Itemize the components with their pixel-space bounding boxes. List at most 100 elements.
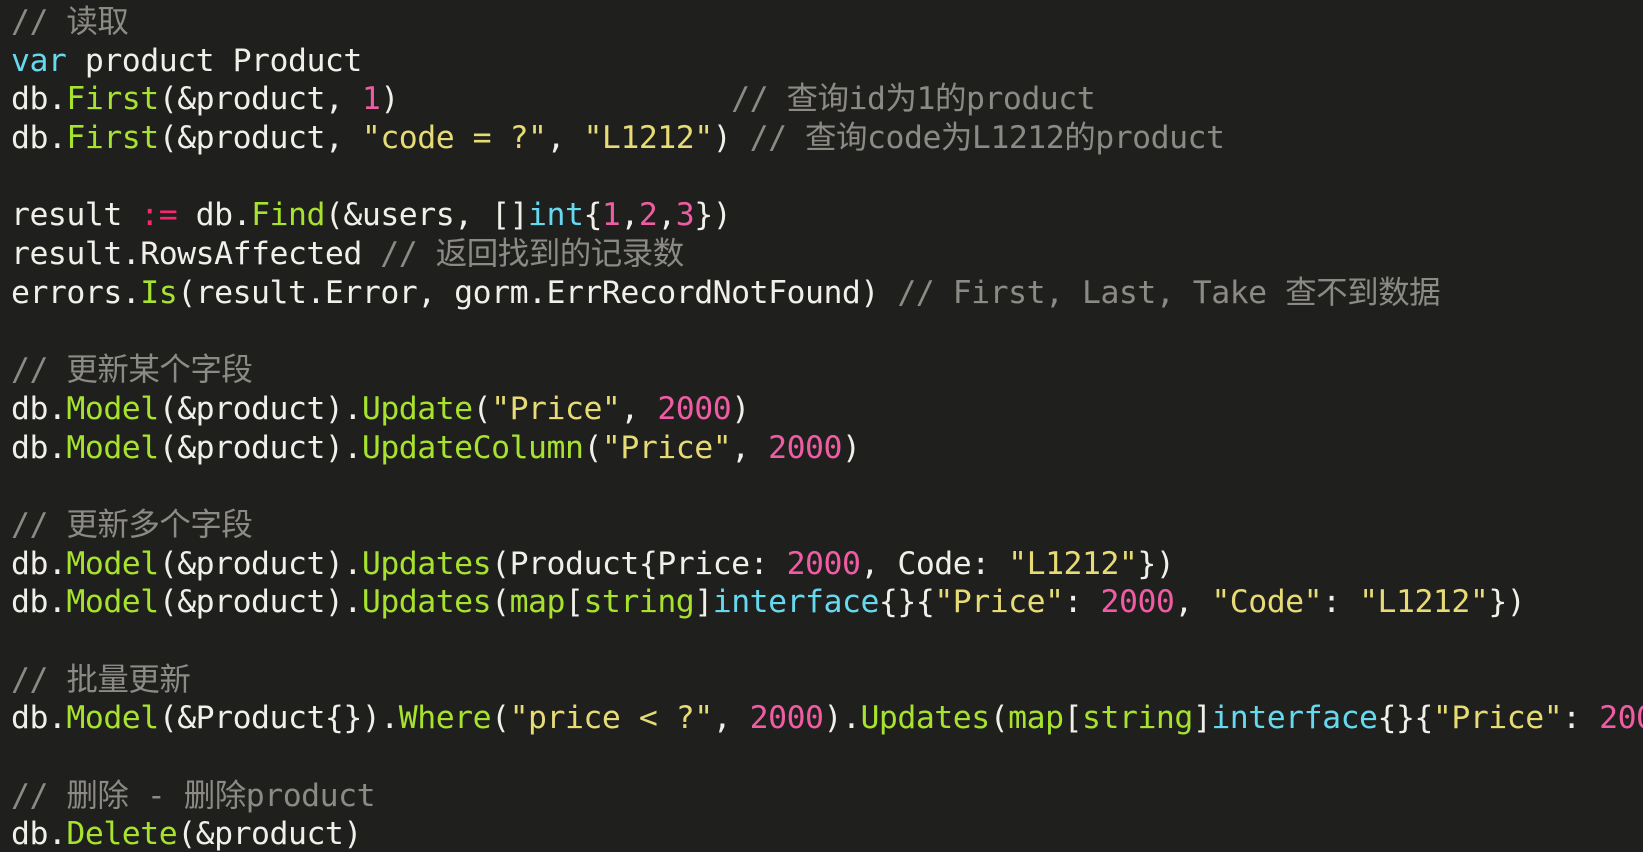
code-token-plain: , bbox=[657, 197, 676, 234]
code-token-string: "L1212" bbox=[1359, 584, 1489, 621]
code-token-func: First bbox=[66, 120, 159, 157]
code-token-func: Find bbox=[251, 197, 325, 234]
code-token-type: interface bbox=[712, 584, 880, 621]
code-token-func: Updates bbox=[860, 700, 990, 737]
code-token-plain: {}{ bbox=[878, 584, 935, 621]
code-token-string: "L1212" bbox=[1008, 545, 1138, 582]
code-token-comment: // 更新多个字段 bbox=[11, 506, 253, 543]
code-token-plain: ) bbox=[712, 120, 750, 157]
code-token-plain: (&product, bbox=[158, 120, 362, 157]
code-token-plain: (&users, bbox=[324, 197, 492, 234]
code-token-comment: // 查询id为1的product bbox=[731, 81, 1096, 118]
code-token-func: string bbox=[583, 584, 695, 621]
code-token-plain: ) bbox=[380, 81, 732, 118]
code-token-func: Updates bbox=[361, 545, 492, 582]
code-token-number: 1 bbox=[601, 197, 621, 234]
code-token-string: "Price" bbox=[601, 429, 732, 466]
code-editor[interactable]: // 读取 var product Product db.First(&produc… bbox=[0, 0, 1643, 852]
code-token-func: map bbox=[1008, 700, 1064, 737]
code-token-plain: ). bbox=[823, 700, 861, 737]
code-token-op: := bbox=[140, 197, 178, 234]
code-token-func: Model bbox=[66, 390, 159, 427]
code-token-plain: (&product, bbox=[158, 81, 362, 118]
code-lines: // 读取 var product Product db.First(&produc… bbox=[11, 3, 1643, 852]
code-token-comment: // 更新某个字段 bbox=[11, 352, 253, 389]
code-token-plain: , bbox=[731, 429, 769, 466]
code-token-plain: (&Product{}). bbox=[158, 700, 400, 737]
code-token-plain: [ bbox=[565, 584, 584, 621]
code-line: // 删除 - 删除product bbox=[11, 777, 1643, 816]
code-token-plain: , bbox=[620, 197, 639, 234]
code-token-plain: ( bbox=[491, 700, 510, 737]
code-token-func: Update bbox=[361, 390, 473, 427]
code-token-plain: , bbox=[1174, 584, 1212, 621]
code-token-string: "Code" bbox=[1211, 584, 1323, 621]
code-token-plain: db. bbox=[11, 816, 67, 852]
code-token-plain: , bbox=[712, 700, 750, 737]
code-token-plain: ( bbox=[472, 390, 492, 427]
code-token-string: "price < ?" bbox=[509, 700, 714, 737]
code-token-string: "L1212" bbox=[583, 120, 713, 157]
code-line: result := db.Find(&users, []int{1,2,3}) bbox=[11, 196, 1643, 235]
code-token-plain: ] bbox=[694, 584, 713, 621]
code-token-plain: [] bbox=[491, 197, 529, 234]
code-token-plain: (&product). bbox=[158, 545, 363, 582]
code-token-plain: : bbox=[1063, 584, 1101, 621]
code-line: db.First(&product, 1) // 查询id为1的product bbox=[11, 80, 1643, 119]
code-token-number: 2000 bbox=[786, 545, 861, 582]
code-token-type: interface bbox=[1211, 700, 1378, 737]
code-token-plain: db. bbox=[11, 545, 67, 582]
code-token-func: Model bbox=[66, 584, 159, 621]
code-token-keyword: var bbox=[11, 42, 67, 79]
code-token-func: Delete bbox=[66, 816, 178, 852]
code-line: var product Product bbox=[11, 42, 1643, 81]
code-token-number: 3 bbox=[675, 197, 695, 234]
code-token-plain: ( bbox=[583, 429, 602, 466]
code-token-plain: , Code: bbox=[860, 545, 1009, 582]
code-token-plain: product Product bbox=[66, 42, 362, 79]
code-token-plain: db. bbox=[11, 429, 67, 466]
code-token-string: "Price" bbox=[934, 584, 1064, 621]
code-token-plain: ( bbox=[491, 584, 510, 621]
code-token-plain: (&product). bbox=[158, 429, 363, 466]
code-token-func: Model bbox=[66, 545, 159, 582]
code-token-plain: (&product). bbox=[158, 390, 363, 427]
code-token-plain: db. bbox=[11, 584, 67, 621]
code-token-func: Model bbox=[66, 429, 159, 466]
code-token-comment: // 返回找到的记录数 bbox=[380, 236, 684, 273]
code-token-plain: db. bbox=[11, 81, 67, 118]
code-token-plain: result bbox=[11, 197, 141, 234]
code-line: // 更新多个字段 bbox=[11, 506, 1643, 545]
code-line: // 批量更新 bbox=[11, 661, 1643, 700]
code-token-number: 2 bbox=[638, 197, 658, 234]
code-line: db.First(&product, "code = ?", "L1212") … bbox=[11, 119, 1643, 158]
code-token-comment: // First, Last, Take 查不到数据 bbox=[897, 274, 1441, 311]
code-token-func: Is bbox=[140, 274, 178, 311]
code-token-type: int bbox=[528, 197, 584, 234]
code-token-plain: }) bbox=[1137, 545, 1175, 582]
code-token-number: 2000 bbox=[1599, 700, 1643, 737]
code-line: db.Model(&product).Update("Price", 2000) bbox=[11, 390, 1643, 429]
code-token-plain: (&product). bbox=[158, 584, 363, 621]
code-token-comment: // 删除 - 删除product bbox=[11, 777, 376, 814]
code-line: db.Model(&product).Updates(map[string]in… bbox=[11, 583, 1643, 622]
code-line: db.Model(&product).Updates(Product{Price… bbox=[11, 545, 1643, 584]
code-token-number: 1 bbox=[361, 81, 381, 118]
code-token-func: string bbox=[1082, 700, 1193, 737]
code-token-func: Updates bbox=[361, 584, 492, 621]
code-token-func: First bbox=[66, 81, 159, 118]
code-token-plain: { bbox=[583, 197, 602, 234]
code-token-number: 2000 bbox=[1100, 584, 1175, 621]
code-line: // 读取 bbox=[11, 3, 1643, 42]
code-token-func: map bbox=[509, 584, 566, 621]
code-line: db.Model(&Product{}).Where("price < ?", … bbox=[11, 699, 1643, 738]
code-token-plain: db. bbox=[11, 700, 67, 737]
code-token-plain: , bbox=[546, 120, 584, 157]
code-token-comment: // 读取 bbox=[11, 4, 129, 40]
code-token-plain: errors. bbox=[11, 274, 141, 311]
code-token-plain: : bbox=[1322, 584, 1360, 621]
